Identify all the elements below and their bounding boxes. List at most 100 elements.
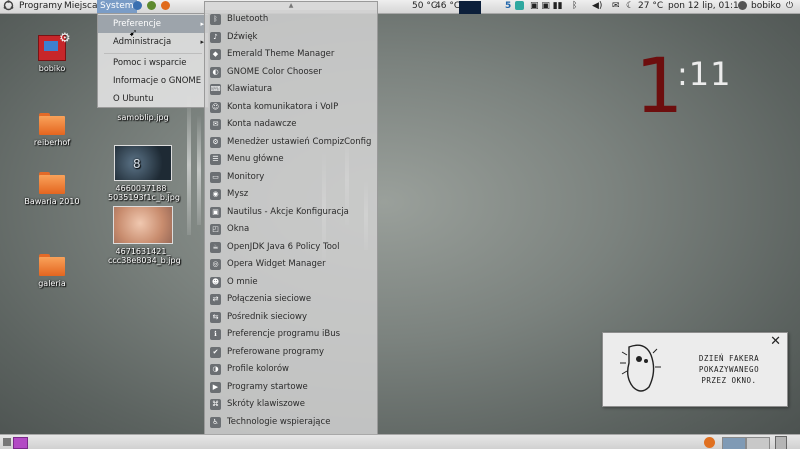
submenu-item[interactable]: ◎ Opera Widget Manager bbox=[205, 256, 377, 273]
submenu-item-label: Profile kolorów bbox=[227, 364, 289, 374]
submenu-item[interactable]: ☰ Menu główne bbox=[205, 151, 377, 168]
notification-line: POKAZYWANEGO bbox=[698, 365, 760, 374]
ubuntu-logo-icon[interactable] bbox=[3, 0, 14, 13]
submenu-item-label: Menedżer ustawień CompizConfig bbox=[227, 136, 372, 147]
desktop-file-image-1[interactable]: 8 4660037188_ 5035193f1c_b.jpg bbox=[108, 145, 180, 202]
workspace-2[interactable] bbox=[746, 437, 770, 449]
clock-datetime[interactable]: pon 12 lip, 01:11 bbox=[668, 0, 744, 13]
submenu-item[interactable]: ☺ Konta komunikatora i VoIP bbox=[205, 99, 377, 116]
desktop-icon-folder-galeria[interactable]: galeria bbox=[17, 254, 87, 288]
submenu-item[interactable]: ◐ GNOME Color Chooser bbox=[205, 64, 377, 81]
menu-item-preferences[interactable]: Preferencje ▸ bbox=[98, 15, 208, 33]
submenu-item-label: Dźwięk bbox=[227, 31, 258, 42]
submenu-item-label: Konta nadawcze bbox=[227, 119, 297, 129]
submenu-item-label: Konta komunikatora i VoIP bbox=[227, 101, 339, 112]
launcher-icon[interactable] bbox=[133, 0, 142, 13]
power-icon[interactable]: ⏻ bbox=[786, 0, 793, 13]
submenu-item[interactable]: ✉ Konta nadawcze bbox=[205, 116, 377, 133]
desktop-file-image-2[interactable]: 4671631421_ ccc38e8034_b.jpg bbox=[108, 206, 181, 265]
desktop-icon-folder-reiberhof[interactable]: reiberhof bbox=[17, 113, 87, 147]
bottom-panel bbox=[0, 434, 800, 449]
desktop-icon-folder-bawaria[interactable]: Bawaria 2010 bbox=[17, 172, 87, 206]
menu-item-label: Administracja bbox=[113, 37, 172, 47]
ibus-icon: ℹ bbox=[210, 329, 221, 340]
submenu-item[interactable]: ◰ Okna bbox=[205, 221, 377, 238]
bluetooth-icon[interactable]: ᛒ bbox=[572, 0, 577, 13]
submenu-item[interactable]: ▣ Nautilus - Akcje Konfiguracja bbox=[205, 204, 377, 221]
desktop-icon-computer[interactable]: bobiko bbox=[17, 35, 87, 73]
show-desktop-icon[interactable] bbox=[3, 438, 11, 446]
menu-item-help[interactable]: Pomoc i wsparcie bbox=[98, 54, 208, 72]
hdd-temperature: 46 °C bbox=[435, 1, 461, 11]
folder-icon bbox=[39, 172, 65, 194]
notification-popup: DZIEŃ FAKERA POKAZYWANEGO PRZEZ OKNO. ✕ bbox=[602, 332, 788, 407]
submenu-item[interactable]: ⌘ Skróty klawiszowe bbox=[205, 396, 377, 413]
submenu-item[interactable]: ◑ Profile kolorów bbox=[205, 361, 377, 378]
submenu-item[interactable]: ♪ Dźwięk bbox=[205, 29, 377, 46]
preferred-apps-icon: ✔ bbox=[210, 346, 221, 358]
launcher-icon[interactable] bbox=[147, 0, 156, 13]
volume-icon[interactable]: ◀) bbox=[592, 0, 602, 13]
mouse-cursor-icon: ➹ bbox=[129, 28, 138, 39]
folder-icon bbox=[39, 254, 65, 276]
submenu-item-label: Emerald Theme Manager bbox=[227, 49, 335, 59]
firefox-launcher-icon[interactable] bbox=[161, 0, 170, 13]
gear-icon[interactable]: ⚙ bbox=[59, 31, 71, 46]
desktop-icon-label: galeria bbox=[38, 279, 66, 288]
file-label-line: 4671631421_ bbox=[115, 247, 171, 256]
system-menu: Preferencje ▸ Administracja ▸ Pomoc i ws… bbox=[97, 13, 209, 108]
close-icon[interactable]: ✕ bbox=[770, 334, 781, 349]
play-icon[interactable] bbox=[515, 0, 524, 13]
user-icon[interactable] bbox=[738, 0, 747, 13]
menu-item-about-gnome[interactable]: Informacje o GNOME bbox=[98, 72, 208, 90]
menu-item-about-ubuntu[interactable]: O Ubuntu bbox=[98, 90, 208, 108]
submenu-item-label: Połączenia sieciowe bbox=[227, 294, 312, 304]
submenu-item[interactable]: ᛒ Bluetooth bbox=[205, 11, 377, 28]
menu-item-administration[interactable]: Administracja ▸ bbox=[98, 33, 208, 51]
color-profiles-icon: ◑ bbox=[210, 364, 221, 375]
submenu-item[interactable]: ⚙ Menedżer ustawień CompizConfig bbox=[205, 134, 377, 151]
weather-temperature[interactable]: 27 °C bbox=[638, 0, 663, 13]
mail-icon[interactable]: ✉ bbox=[612, 0, 620, 13]
submenu-item-label: Technologie wspierające bbox=[227, 416, 331, 427]
submenu-item[interactable]: ℹ Preferencje programu iBus bbox=[205, 326, 377, 343]
submenu-item[interactable]: ♿ Technologie wspierające bbox=[205, 414, 377, 431]
top-panel: Programy Miejsca System 50 °C 46 °C 5 ▣ … bbox=[0, 0, 800, 14]
menu-system[interactable]: System bbox=[97, 0, 137, 13]
submenu-item[interactable]: ✔ Preferowane programy bbox=[205, 344, 377, 361]
submenu-item[interactable]: ▶ Programy startowe bbox=[205, 379, 377, 396]
main-menu-icon: ☰ bbox=[210, 154, 221, 165]
trash-icon[interactable] bbox=[775, 436, 787, 449]
submenu-item-label: Preferowane programy bbox=[227, 346, 325, 357]
startup-apps-icon: ▶ bbox=[210, 381, 221, 393]
image-thumbnail: 8 bbox=[114, 145, 172, 181]
submenu-item[interactable]: ⇆ Pośrednik sieciowy bbox=[205, 309, 377, 326]
workspace-1[interactable] bbox=[722, 437, 746, 449]
submenu-item[interactable]: ⌨ Klawiatura bbox=[205, 81, 377, 98]
submenu-item[interactable]: ▭ Monitory bbox=[205, 169, 377, 186]
submenu-item[interactable]: ◉ Mysz bbox=[205, 186, 377, 203]
tray-icons[interactable]: ▣ ▣ ▮▮ bbox=[530, 0, 563, 13]
submenu-item[interactable]: ⇄ Połączenia sieciowe bbox=[205, 291, 377, 308]
thumbnail-text: 8 bbox=[133, 157, 141, 171]
submenu-item-label: Preferencje programu iBus bbox=[227, 329, 341, 339]
submenu-item-label: Nautilus - Akcje Konfiguracja bbox=[227, 206, 349, 217]
notification-line: PRZEZ OKNO. bbox=[701, 376, 757, 385]
scroll-up-arrow[interactable]: ▲ bbox=[205, 2, 377, 10]
cpu-temperature: 50 °C bbox=[412, 1, 438, 11]
emerald-icon: ◆ bbox=[210, 49, 221, 60]
taskbar-item[interactable] bbox=[13, 437, 28, 449]
firefox-icon[interactable] bbox=[704, 437, 715, 448]
user-name[interactable]: bobiko bbox=[751, 0, 781, 13]
submenu-item[interactable]: ☻ O mnie bbox=[205, 274, 377, 291]
update-icon[interactable]: 5 bbox=[505, 0, 511, 13]
notification-text: DZIEŃ FAKERA POKAZYWANEGO PRZEZ OKNO. bbox=[677, 353, 781, 386]
decor-bar bbox=[187, 95, 191, 235]
desktop-file-samoblip[interactable]: samoblip.jpg bbox=[108, 113, 178, 122]
menu-applications[interactable]: Programy bbox=[19, 0, 62, 13]
submenu-item[interactable]: ☕ OpenJDK Java 6 Policy Tool bbox=[205, 239, 377, 256]
submenu-item[interactable]: ◆ Emerald Theme Manager bbox=[205, 46, 377, 63]
menu-places[interactable]: Miejsca bbox=[64, 0, 97, 13]
bug-mascot-icon bbox=[620, 344, 661, 392]
submenu-item-label: Opera Widget Manager bbox=[227, 259, 326, 269]
